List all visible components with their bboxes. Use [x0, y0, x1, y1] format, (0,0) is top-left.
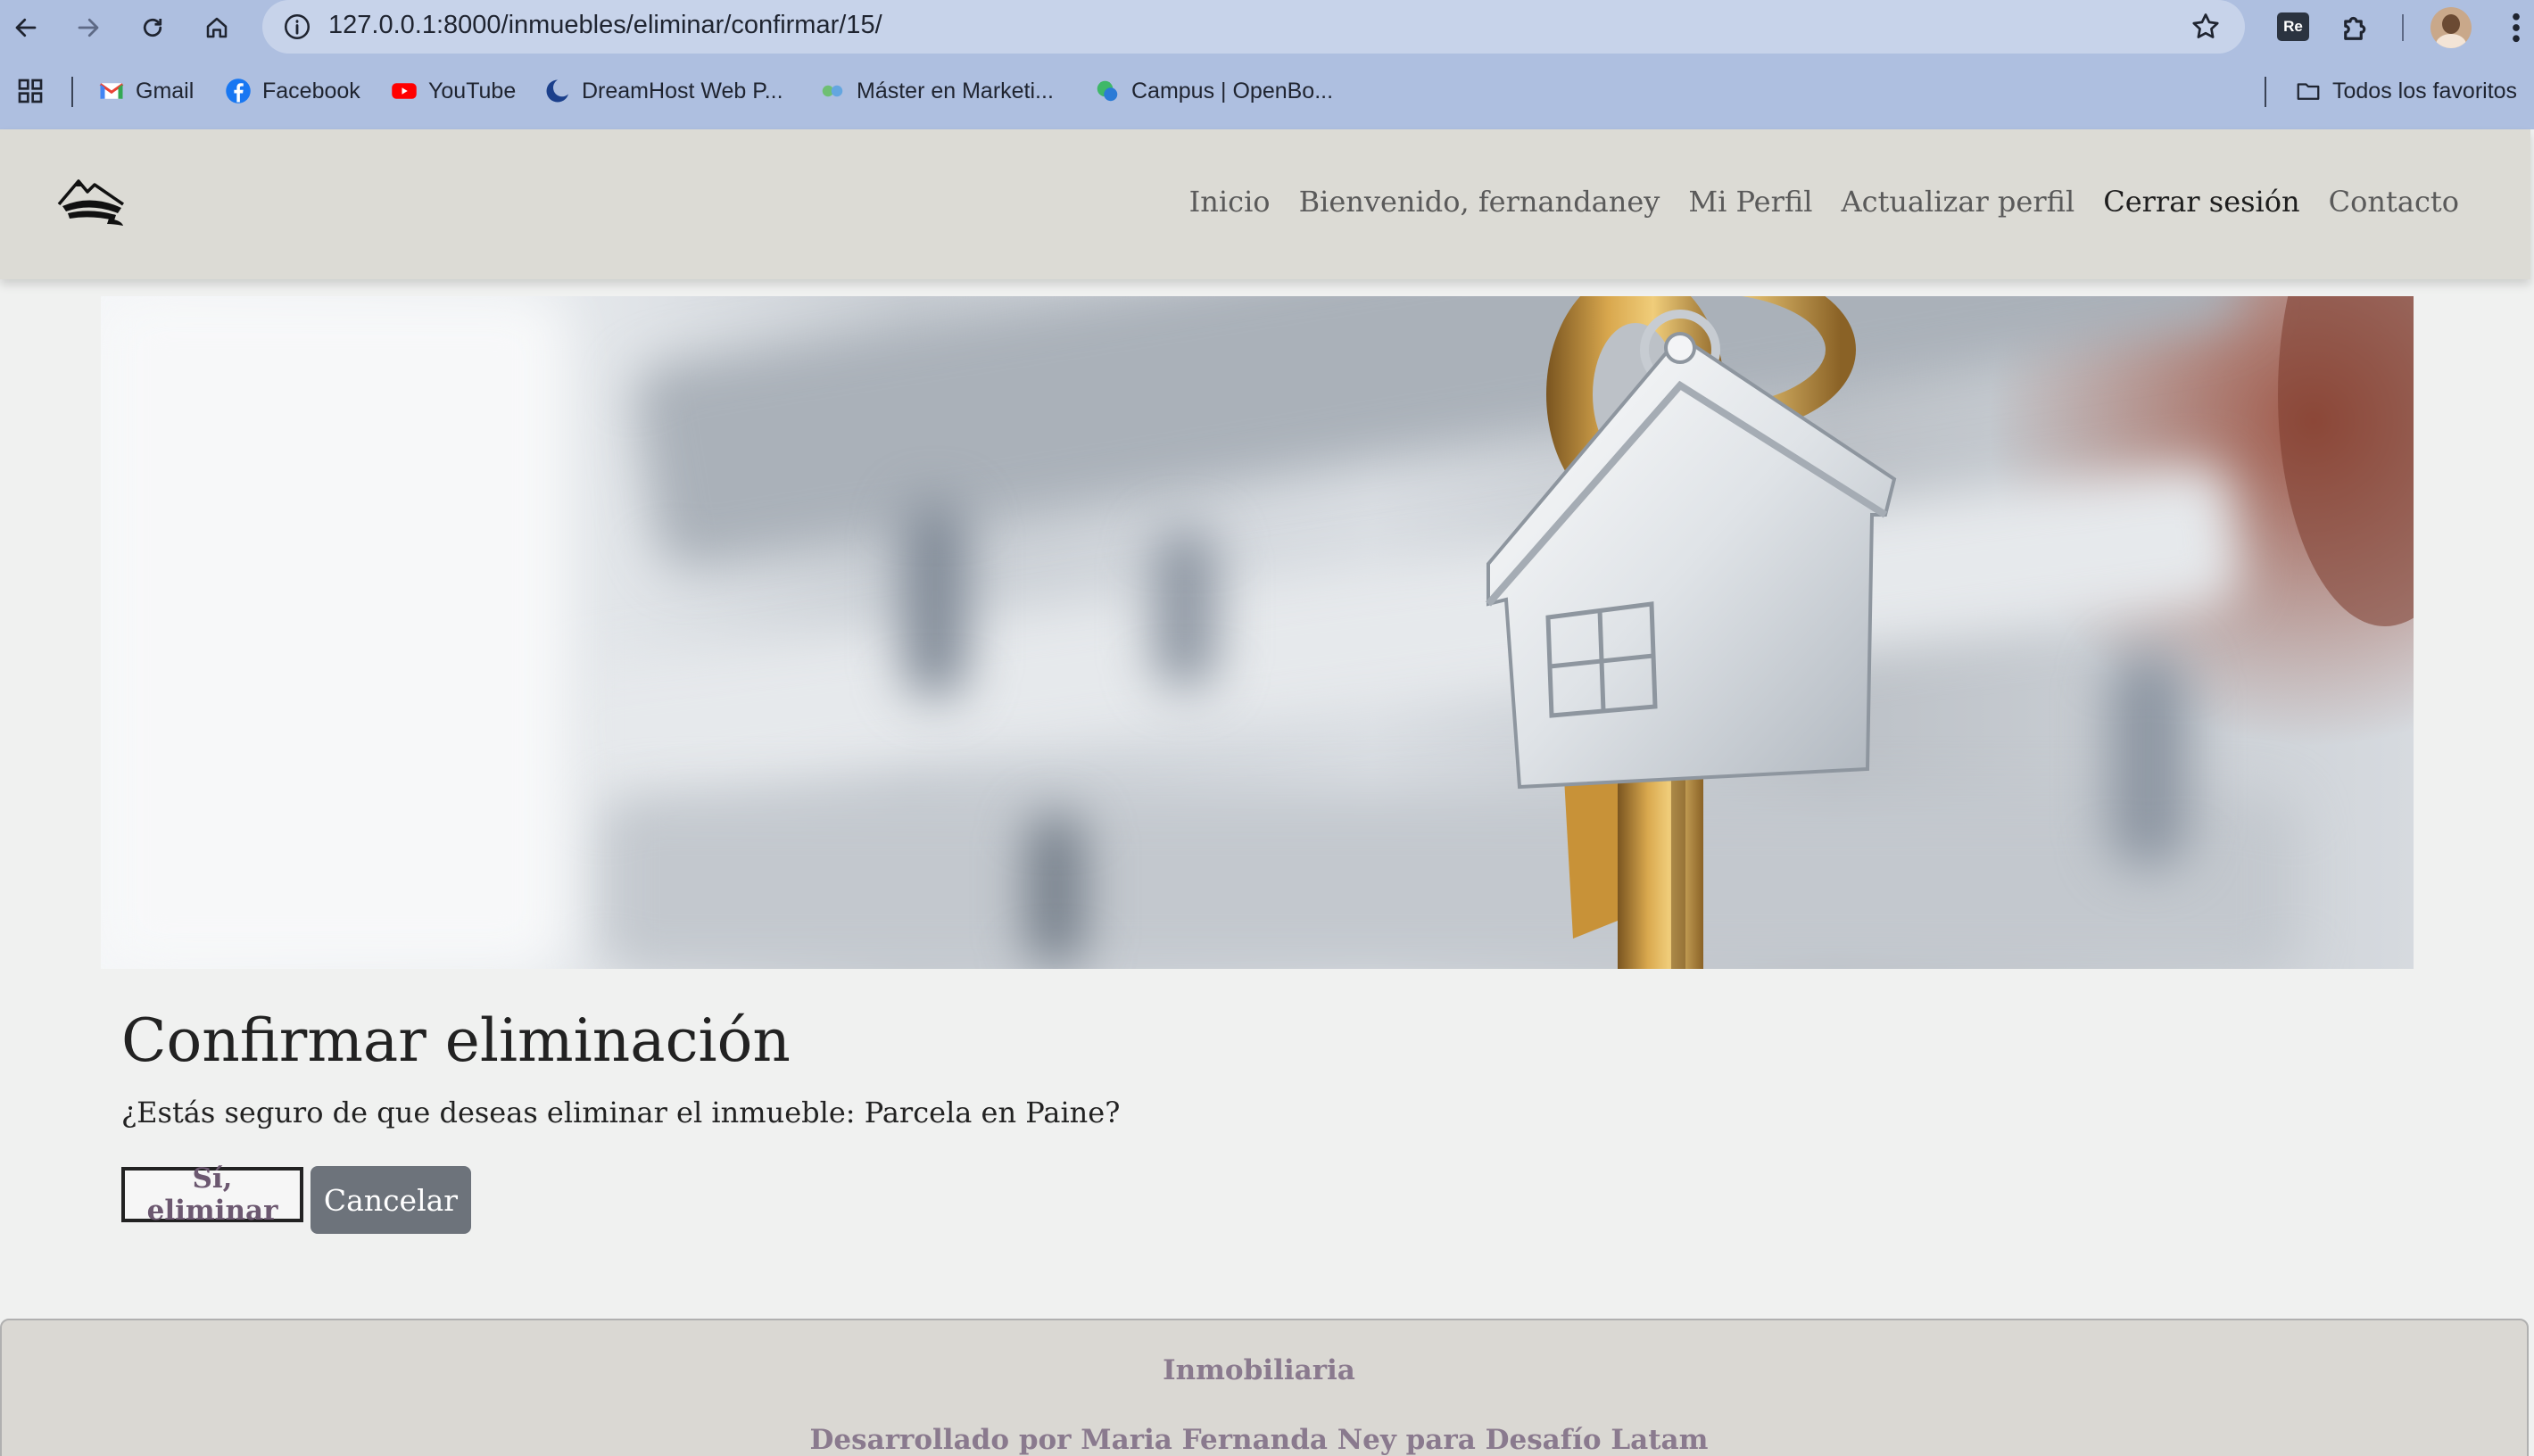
site-footer: Inmobiliaria Desarrollado por Maria Fern… [0, 1319, 2529, 1456]
mountain-logo-icon [57, 179, 124, 226]
bookmark-campus[interactable]: Campus | OpenBo... [1094, 71, 1333, 111]
site-logo[interactable] [55, 174, 127, 229]
nav-contacto[interactable]: Contacto [2329, 185, 2459, 219]
home-button[interactable] [195, 5, 239, 50]
bookmark-youtube[interactable]: YouTube [391, 71, 516, 111]
main-nav: Inicio Bienvenido, fernandaney Mi Perfil… [1189, 185, 2459, 219]
nav-cerrar-sesion[interactable]: Cerrar sesión [2103, 185, 2299, 219]
facebook-icon [226, 79, 251, 103]
master-icon [822, 85, 843, 97]
home-icon [206, 17, 228, 38]
bookmark-gmail[interactable]: Gmail [98, 71, 194, 111]
page-title: Confirmar eliminación [121, 1006, 791, 1075]
nav-actualizar-perfil[interactable]: Actualizar perfil [1841, 185, 2074, 219]
confirm-question: ¿Estás seguro de que deseas eliminar el … [121, 1096, 1121, 1129]
folder-icon [2297, 83, 2320, 100]
footer-brand: Inmobiliaria [1163, 1354, 1355, 1386]
extensions-icon[interactable] [2338, 9, 2375, 46]
bookmark-star-icon[interactable] [2190, 11, 2222, 43]
gmail-icon [99, 83, 124, 99]
re-extension-icon[interactable]: Re [2277, 12, 2309, 41]
nav-mi-perfil[interactable]: Mi Perfil [1688, 185, 1812, 219]
confirm-delete-button[interactable]: Sí, eliminar [121, 1162, 303, 1227]
reload-icon [143, 18, 162, 37]
bookmark-dreamhost[interactable]: DreamHost Web P... [544, 71, 783, 111]
site-info-icon[interactable] [282, 12, 312, 42]
hero-image [101, 296, 2414, 969]
dreamhost-icon [546, 79, 571, 103]
house-key-icon [1485, 296, 2414, 969]
url-text[interactable]: 127.0.0.1:8000/inmuebles/eliminar/confir… [328, 11, 882, 40]
bookmark-facebook[interactable]: Facebook [225, 71, 360, 111]
browser-toolbar: 127.0.0.1:8000/inmuebles/eliminar/confir… [0, 0, 2534, 55]
campus-icon [1097, 80, 1118, 102]
address-bar[interactable]: 127.0.0.1:8000/inmuebles/eliminar/confir… [262, 0, 2245, 54]
forward-button[interactable] [66, 5, 111, 50]
browser-chrome: 127.0.0.1:8000/inmuebles/eliminar/confir… [0, 0, 2534, 129]
reload-button[interactable] [130, 5, 175, 50]
cancel-button[interactable]: Cancelar [311, 1166, 471, 1234]
bookmarks-bar: Gmail Facebook YouTube DreamHost Web P..… [0, 66, 2534, 116]
bookmarks-divider-right [2265, 77, 2266, 107]
youtube-icon [392, 83, 417, 99]
arrow-right-icon [78, 18, 99, 37]
apps-grid-icon[interactable] [16, 77, 45, 105]
site-header: Inicio Bienvenido, fernandaney Mi Perfil… [0, 129, 2530, 279]
bookmark-master[interactable]: Máster en Marketi... [819, 71, 1054, 111]
back-button[interactable] [4, 5, 48, 50]
profile-avatar[interactable] [2430, 7, 2472, 48]
all-bookmarks[interactable]: Todos los favoritos [2295, 71, 2517, 111]
more-menu-icon[interactable] [2505, 9, 2527, 46]
nav-bienvenido[interactable]: Bienvenido, fernandaney [1299, 185, 1660, 219]
bookmarks-divider [71, 77, 73, 107]
arrow-left-icon [15, 18, 37, 37]
nav-inicio[interactable]: Inicio [1189, 185, 1271, 219]
toolbar-divider [2402, 14, 2404, 41]
footer-credit: Desarrollado por Maria Fernanda Ney para… [809, 1424, 1709, 1456]
